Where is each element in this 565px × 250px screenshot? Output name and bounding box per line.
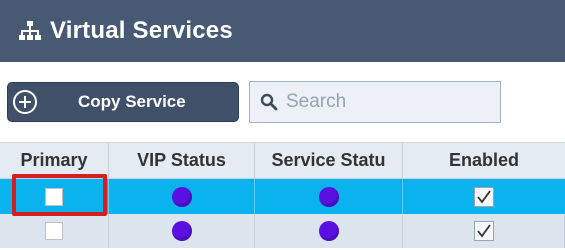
vip-status-cell	[109, 179, 255, 214]
table-row[interactable]	[0, 214, 565, 248]
page-title: Virtual Services	[50, 17, 233, 44]
enabled-cell	[403, 179, 565, 214]
search-box[interactable]	[249, 81, 501, 123]
vip-status-indicator	[171, 186, 192, 207]
primary-checkbox[interactable]	[45, 222, 63, 240]
service-status-cell	[255, 179, 403, 214]
table-header-row: Primary VIP Status Service Statu Enabled	[0, 142, 565, 179]
copy-service-label: Copy Service	[78, 92, 186, 111]
sitemap-icon	[19, 21, 41, 40]
add-circle-icon	[13, 90, 37, 114]
column-header-vip-status[interactable]: VIP Status	[109, 143, 255, 178]
enabled-checkbox[interactable]	[473, 221, 494, 241]
page-header: Virtual Services	[0, 0, 565, 62]
service-status-indicator	[318, 221, 339, 241]
primary-cell	[0, 214, 109, 248]
column-header-service-status[interactable]: Service Statu	[255, 143, 403, 178]
primary-checkbox[interactable]	[45, 187, 63, 206]
enabled-cell	[403, 214, 565, 248]
checkmark-icon	[476, 224, 491, 238]
search-icon	[260, 93, 278, 111]
checkmark-icon	[477, 189, 491, 203]
service-status-indicator	[318, 186, 339, 207]
vip-status-cell	[109, 214, 255, 248]
vip-status-indicator	[171, 221, 192, 241]
service-status-cell	[255, 214, 403, 248]
column-header-enabled[interactable]: Enabled	[403, 143, 565, 178]
search-input[interactable]	[286, 91, 486, 113]
enabled-checkbox[interactable]	[474, 186, 494, 207]
toolbar: Copy Service	[0, 62, 565, 142]
copy-service-button[interactable]: Copy Service	[7, 82, 239, 122]
virtual-services-table: Primary VIP Status Service Statu Enabled	[0, 142, 565, 248]
primary-cell	[0, 179, 109, 214]
column-header-primary[interactable]: Primary	[0, 143, 109, 178]
table-row[interactable]	[0, 179, 565, 214]
